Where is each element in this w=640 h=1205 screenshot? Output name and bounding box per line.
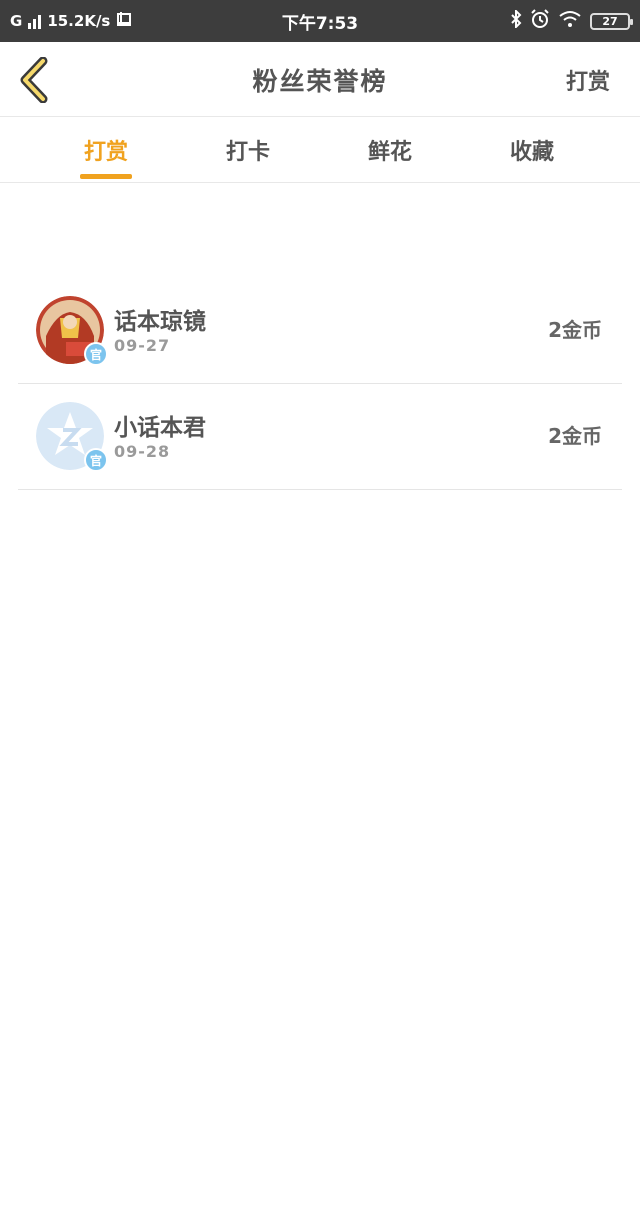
reward-amount: 2金币 — [548, 424, 602, 448]
reward-button[interactable]: 打赏 — [566, 42, 610, 117]
bluetooth-icon — [510, 8, 522, 32]
list-item[interactable]: 官 话本琼镜 09-27 2金币 — [18, 278, 622, 384]
tab-flowers[interactable]: 鲜花 — [330, 117, 450, 183]
signal-icon — [28, 13, 42, 29]
alarm-icon — [530, 9, 550, 33]
tab-bar: 打赏 打卡 鲜花 收藏 — [0, 117, 640, 183]
official-badge: 官 — [84, 342, 108, 366]
official-badge: 官 — [84, 448, 108, 472]
list-item[interactable]: 官 小话本君 09-28 2金币 — [18, 384, 622, 490]
reward-date: 09-27 — [114, 336, 171, 355]
tab-favorites[interactable]: 收藏 — [472, 117, 592, 183]
page-title: 粉丝荣誉榜 — [252, 66, 388, 96]
back-button[interactable] — [14, 56, 54, 104]
tab-reward[interactable]: 打赏 — [46, 117, 166, 183]
network-type: G — [10, 12, 23, 30]
user-name: 小话本君 — [114, 415, 206, 441]
tab-checkin[interactable]: 打卡 — [188, 117, 308, 183]
user-name: 话本琼镜 — [114, 309, 206, 335]
battery-icon: 27 — [590, 12, 633, 30]
chevron-left-icon — [20, 57, 48, 103]
fan-list: 官 话本琼镜 09-27 2金币 官 小话本君 09-28 2金币 — [18, 278, 622, 490]
reward-date: 09-28 — [114, 442, 171, 461]
screenshot-icon — [116, 11, 132, 31]
network-speed: 15.2K/s — [47, 12, 111, 30]
wifi-icon — [558, 10, 582, 32]
reward-amount: 2金币 — [548, 318, 602, 342]
nav-bar: 粉丝荣誉榜 打赏 — [0, 42, 640, 117]
battery-level: 27 — [602, 14, 618, 28]
status-bar: G 15.2K/s 下午7:53 27 — [0, 0, 640, 42]
